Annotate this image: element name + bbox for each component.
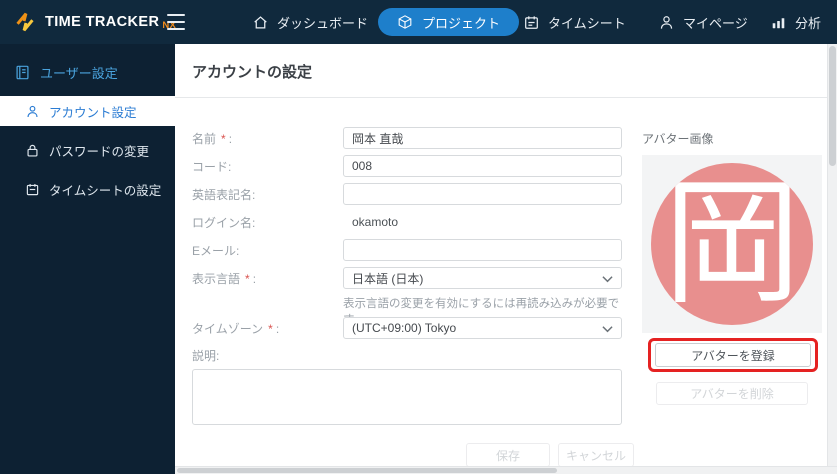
cancel-button[interactable]: キャンセル [558, 443, 634, 467]
description-label: 説明: [192, 347, 343, 364]
form-row-language: 表示言語*: 日本語 (日本) [192, 267, 622, 289]
horizontal-scrollbar[interactable] [175, 466, 837, 474]
description-textarea[interactable] [192, 369, 622, 425]
login-name-label: ログイン名: [192, 214, 343, 231]
nav-timesheet[interactable]: タイムシート [523, 0, 626, 44]
timezone-select[interactable]: (UTC+09:00) Tokyo [343, 317, 622, 339]
timezone-selected-value: (UTC+09:00) Tokyo [352, 321, 456, 335]
sidebar-item-label: パスワードの変更 [49, 141, 149, 160]
horizontal-scrollbar-thumb[interactable] [177, 468, 557, 473]
sidebar: ユーザー設定 アカウント設定 パスワードの変更 [0, 44, 175, 474]
vertical-scrollbar[interactable] [827, 44, 837, 466]
nav-analysis[interactable]: 分析 [770, 0, 821, 44]
nav-label: プロジェクト [422, 13, 500, 32]
language-note-row: 表示言語の変更を有効にするには再読み込みが必要です。 [192, 295, 622, 309]
login-name-value: okamoto [343, 215, 622, 229]
nav-label: 分析 [795, 13, 821, 32]
nav-dashboard[interactable]: ダッシュボード [252, 0, 368, 44]
sidebar-item-timesheet-settings[interactable]: タイムシートの設定 [0, 174, 175, 204]
form-row-timezone: タイムゾーン*: (UTC+09:00) Tokyo [192, 317, 622, 339]
annotation-highlight-box: アバターを登録 [648, 338, 818, 372]
code-label: コード: [192, 158, 343, 175]
form-actions: 保存 キャンセル [192, 443, 634, 467]
avatar-image: 岡 [642, 155, 822, 333]
sidebar-header-label: ユーザー設定 [40, 63, 118, 82]
account-settings-form: 名前*: コード: 英語表記名: ログイン名: okamoto Eメール: 表示… [192, 127, 622, 467]
form-row-login-name: ログイン名: okamoto [192, 211, 622, 233]
email-input[interactable] [343, 239, 622, 261]
chevron-down-icon [602, 325, 613, 333]
form-row-description-label: 説明: [192, 348, 622, 363]
avatar-section: アバター画像 岡 アバターを登録 アバターを削除 [642, 130, 823, 405]
cube-icon [397, 14, 413, 30]
language-note: 表示言語の変更を有効にするには再読み込みが必要です。 [343, 295, 622, 309]
email-label: Eメール: [192, 242, 343, 259]
timetracker-logo-icon [12, 9, 38, 35]
lock-icon [25, 143, 40, 158]
english-name-input[interactable] [343, 183, 622, 205]
nav-project[interactable]: プロジェクト [378, 8, 519, 36]
save-button[interactable]: 保存 [466, 443, 550, 467]
avatar-section-label: アバター画像 [642, 130, 823, 144]
menu-toggle-button[interactable] [167, 13, 187, 31]
bar-chart-icon [770, 14, 787, 31]
chevron-down-icon [602, 275, 613, 283]
name-input[interactable] [343, 127, 622, 149]
language-selected-value: 日本語 (日本) [352, 270, 423, 287]
form-row-code: コード: [192, 155, 622, 177]
app-logo[interactable]: TIME TRACKER NX [12, 0, 176, 44]
brand-title: TIME TRACKER [45, 14, 159, 30]
form-row-name: 名前*: [192, 127, 622, 149]
person-icon [25, 104, 40, 119]
form-row-email: Eメール: [192, 239, 622, 261]
form-row-english-name: 英語表記名: [192, 183, 622, 205]
app-window: TIME TRACKER NX ダッシュボード プロジェクト [0, 0, 837, 474]
sidebar-item-label: タイムシートの設定 [49, 180, 161, 199]
timezone-label: タイムゾーン*: [192, 320, 343, 337]
language-select[interactable]: 日本語 (日本) [343, 267, 622, 289]
top-navbar: TIME TRACKER NX ダッシュボード プロジェクト [0, 0, 837, 44]
title-divider [175, 97, 827, 98]
page-title: アカウントの設定 [192, 61, 312, 82]
code-input[interactable] [343, 155, 622, 177]
delete-avatar-button[interactable]: アバターを削除 [656, 382, 808, 405]
sidebar-item-label: アカウント設定 [49, 102, 137, 121]
vertical-scrollbar-thumb[interactable] [829, 46, 836, 166]
avatar: 岡 [651, 163, 813, 325]
nav-label: マイページ [683, 13, 748, 32]
journal-icon [14, 64, 31, 81]
main-content: アカウントの設定 名前*: コード: 英語表記名: ログイン名: okamoto… [175, 44, 827, 466]
sidebar-header-user-settings[interactable]: ユーザー設定 [0, 44, 175, 83]
nav-label: ダッシュボード [277, 13, 368, 32]
calendar-icon [25, 182, 40, 197]
nav-mypage[interactable]: マイページ [658, 0, 748, 44]
nav-label: タイムシート [548, 13, 626, 32]
english-name-label: 英語表記名: [192, 186, 343, 203]
name-label: 名前*: [192, 130, 343, 147]
home-icon [252, 14, 269, 31]
sidebar-item-password-change[interactable]: パスワードの変更 [0, 135, 175, 165]
person-icon [658, 14, 675, 31]
register-avatar-button[interactable]: アバターを登録 [655, 343, 811, 367]
calendar-icon [523, 14, 540, 31]
sidebar-item-account-settings[interactable]: アカウント設定 [0, 96, 175, 126]
avatar-initial: 岡 [663, 175, 801, 313]
language-label: 表示言語*: [192, 270, 343, 287]
